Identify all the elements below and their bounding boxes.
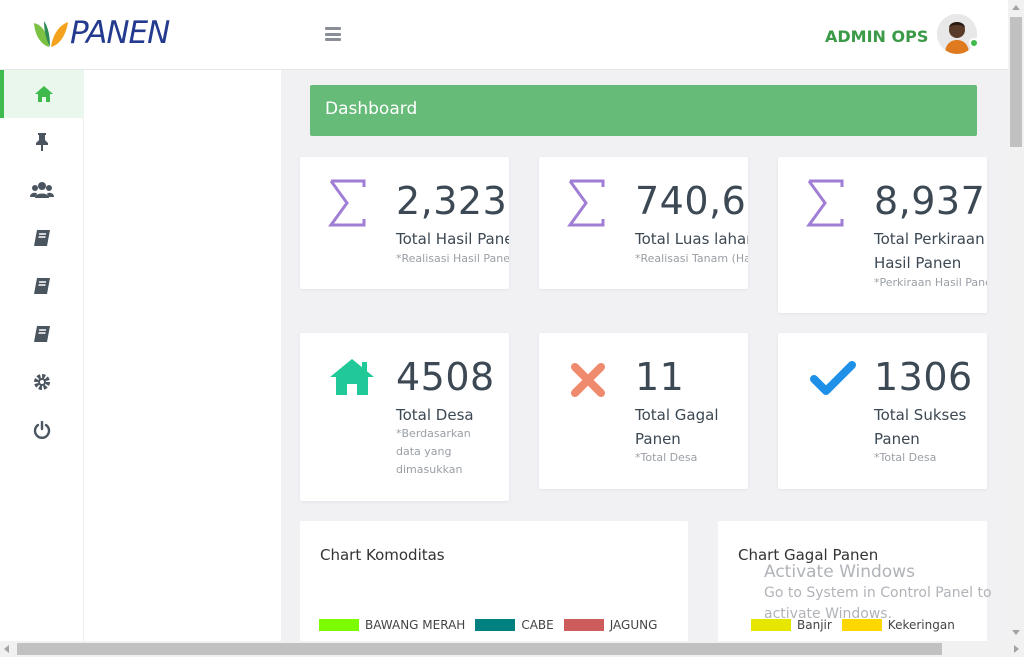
stat-value: 740,606 (635, 179, 748, 223)
scrollbar-thumb[interactable] (1010, 17, 1022, 147)
stat-value: 8,937,0 (874, 179, 987, 223)
logo-text: PANEN (70, 15, 170, 51)
sidebar-item-book-1[interactable] (0, 214, 84, 262)
stat-note: *Realisasi Tanam (Ha) (635, 252, 748, 265)
sidebar-item-pin[interactable] (0, 118, 84, 166)
sidebar-item-users[interactable] (0, 166, 84, 214)
scroll-left-icon[interactable] (4, 645, 9, 653)
stat-card-perkiraan-panen: 8,937,0 Total Perkiraan Hasil Panen *Per… (778, 157, 987, 313)
sigma-icon (567, 179, 605, 227)
stat-note: dimasukkan (396, 463, 463, 476)
stat-note: *Realisasi Hasil Panen (Ton) (396, 252, 509, 265)
legend-item[interactable]: JAGUNG (563, 618, 658, 632)
stat-card-gagal-panen: 11 Total Gagal Panen *Total Desa (539, 333, 748, 489)
stat-note: *Total Desa (635, 451, 698, 464)
stat-value: 2,323,89 (396, 179, 509, 223)
sigma-icon (806, 179, 844, 227)
horizontal-scrollbar[interactable] (0, 641, 1024, 657)
chart-legend: BAWANG MERAH CABE JAGUNG (319, 618, 667, 632)
sidebar-item-book-3[interactable] (0, 310, 84, 358)
legend-label: JAGUNG (609, 618, 658, 632)
top-navbar: PANEN ADMIN OPS (0, 0, 1008, 70)
pin-icon (36, 133, 48, 151)
stat-label: Total Sukses Panen (874, 406, 967, 448)
watermark-text: Go to System in Control Panel to (764, 585, 992, 601)
chart-title: Chart Komoditas (320, 546, 445, 564)
power-icon (33, 421, 51, 439)
sidebar-item-settings[interactable] (0, 358, 84, 406)
sigma-icon (328, 179, 366, 227)
sidebar-panel (84, 70, 281, 642)
stat-value: 1306 (874, 355, 973, 399)
vertical-scrollbar[interactable] (1008, 0, 1024, 641)
stat-note: *Total Desa (874, 451, 937, 464)
activation-watermark: Activate Windows Go to System in Control… (764, 562, 992, 625)
book-icon (34, 326, 50, 342)
stat-note: *Berdasarkan (396, 427, 471, 440)
sidebar-item-book-2[interactable] (0, 262, 84, 310)
app-logo[interactable]: PANEN (32, 15, 170, 51)
home-icon (35, 86, 53, 102)
book-icon (34, 278, 50, 294)
legend-item[interactable]: CABE (475, 618, 554, 632)
gear-icon (34, 374, 50, 390)
users-icon (30, 182, 54, 198)
stat-label: Total Perkiraan Hasil Panen (874, 230, 985, 272)
legend-label: BAWANG MERAH (365, 618, 466, 632)
sidebar (0, 70, 84, 642)
sidebar-item-logout[interactable] (0, 406, 84, 454)
legend-item[interactable]: BAWANG MERAH (319, 618, 465, 632)
cross-icon (571, 363, 605, 397)
online-status-dot (969, 38, 979, 48)
stat-card-hasil-panen: 2,323,89 Total Hasil Panen *Realisasi Ha… (300, 157, 509, 289)
user-name[interactable]: ADMIN OPS (825, 27, 928, 46)
stat-value: 11 (635, 355, 685, 399)
scrollbar-thumb[interactable] (17, 643, 942, 655)
stat-label: Total Luas lahan (635, 230, 748, 248)
stat-card-total-desa: 4508 Total Desa *Berdasarkan data yang d… (300, 333, 509, 501)
stat-label: Total Hasil Panen (396, 230, 509, 248)
sidebar-item-home[interactable] (0, 70, 84, 118)
house-icon (330, 359, 374, 395)
scroll-down-icon[interactable] (1012, 630, 1020, 635)
legend-label: CABE (521, 618, 554, 632)
avatar[interactable] (937, 14, 977, 54)
scroll-right-icon[interactable] (1014, 645, 1019, 653)
leaf-logo-icon (34, 20, 68, 47)
page-title: Dashboard (310, 85, 977, 136)
menu-toggle-button[interactable] (325, 27, 341, 41)
stat-label: Total Desa (396, 406, 474, 424)
stat-card-luas-lahan: 740,606 Total Luas lahan *Realisasi Tana… (539, 157, 748, 289)
check-icon (810, 361, 856, 395)
stat-value: 4508 (396, 355, 495, 399)
watermark-title: Activate Windows (764, 562, 915, 582)
book-icon (34, 230, 50, 246)
stat-card-sukses-panen: 1306 Total Sukses Panen *Total Desa (778, 333, 987, 489)
watermark-text: activate Windows. (764, 606, 893, 622)
chart-komoditas-card: Chart Komoditas BAWANG MERAH CABE JAGUNG (300, 521, 688, 642)
stat-note: data yang (396, 445, 452, 458)
stat-label: Total Gagal Panen (635, 406, 719, 448)
scroll-up-icon[interactable] (1012, 5, 1020, 10)
stat-note: *Perkiraan Hasil Panen (Ton) (874, 276, 987, 289)
main-content: Dashboard 2,323,89 Total Hasil Panen *Re… (281, 70, 1008, 642)
